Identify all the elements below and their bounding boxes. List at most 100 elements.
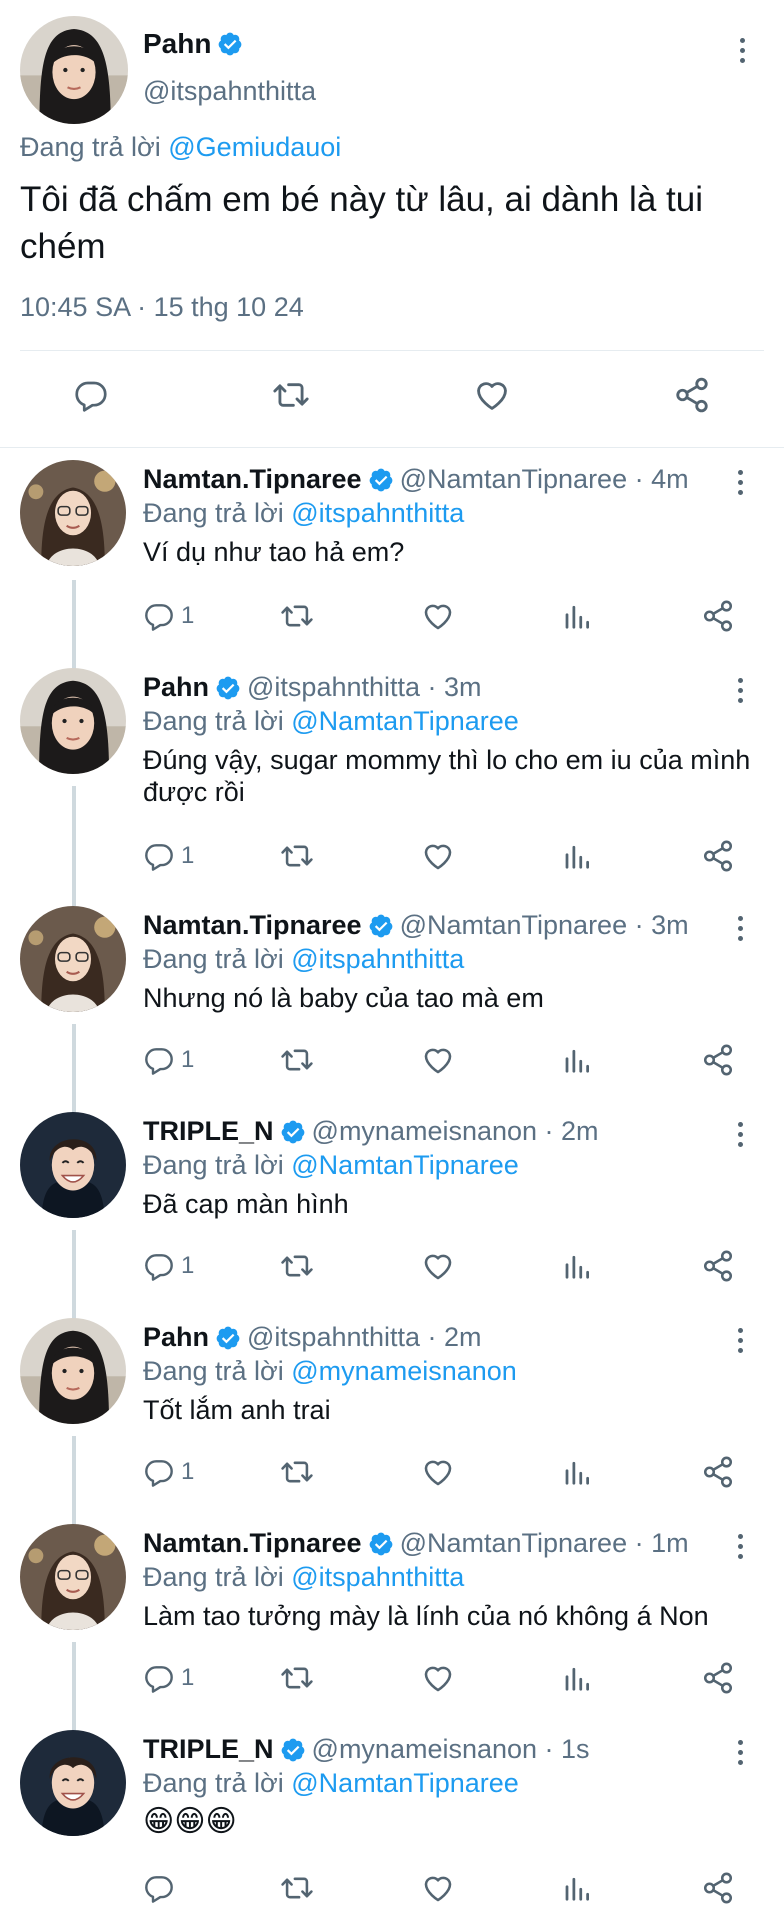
avatar[interactable]: [20, 460, 126, 566]
author-handle-time[interactable]: @mynameisnanon · 2m: [312, 1116, 599, 1147]
replying-to-mention[interactable]: @NamtanTipnaree: [291, 1150, 519, 1180]
analytics-button[interactable]: [562, 1658, 592, 1698]
author-name[interactable]: TRIPLE_N: [143, 1734, 274, 1765]
analytics-button[interactable]: [562, 836, 592, 876]
replying-to-mention[interactable]: @NamtanTipnaree: [291, 706, 519, 736]
share-button[interactable]: [701, 1246, 735, 1286]
reply-tweet[interactable]: Pahn @itspahnthitta · 2m Đang trả lời @m…: [0, 1306, 784, 1512]
replying-to: Đang trả lời @NamtanTipnaree: [143, 706, 519, 737]
more-options-icon[interactable]: [730, 30, 754, 70]
retweet-button[interactable]: [280, 596, 314, 636]
avatar[interactable]: [20, 1318, 126, 1424]
share-button[interactable]: [667, 370, 717, 420]
share-button[interactable]: [701, 1452, 735, 1492]
share-icon: [701, 839, 735, 873]
like-button[interactable]: [421, 1246, 455, 1286]
author-name[interactable]: Namtan.Tipnaree: [143, 1528, 362, 1559]
replying-to-mention[interactable]: @NamtanTipnaree: [291, 1768, 519, 1798]
more-options-icon[interactable]: [728, 1526, 752, 1566]
analytics-button[interactable]: [562, 1246, 592, 1286]
replying-prefix: Đang trả lời: [143, 498, 292, 528]
analytics-button[interactable]: [562, 1040, 592, 1080]
like-icon: [421, 599, 455, 633]
author-name[interactable]: Pahn: [143, 28, 211, 60]
like-button[interactable]: [421, 836, 455, 876]
avatar[interactable]: [20, 906, 126, 1012]
retweet-button[interactable]: [280, 1658, 314, 1698]
analytics-button[interactable]: [562, 1868, 592, 1908]
more-options-icon[interactable]: [728, 670, 752, 710]
retweet-button[interactable]: [280, 1868, 314, 1908]
reply-button[interactable]: 1: [143, 1452, 194, 1492]
author-handle-time[interactable]: @mynameisnanon · 1s: [312, 1734, 590, 1765]
like-button[interactable]: [421, 1658, 455, 1698]
author-handle[interactable]: @itspahnthitta: [143, 76, 316, 107]
share-button[interactable]: [701, 836, 735, 876]
reply-tweet[interactable]: Namtan.Tipnaree @NamtanTipnaree · 4m Đan…: [0, 448, 784, 662]
main-tweet[interactable]: Pahn @itspahnthitta Đang trả lời @Gemiud…: [0, 0, 784, 448]
more-options-icon[interactable]: [728, 1732, 752, 1772]
replying-prefix: Đang trả lời: [143, 1562, 292, 1592]
retweet-button[interactable]: [266, 370, 316, 420]
more-options-icon[interactable]: [728, 462, 752, 502]
like-button[interactable]: [467, 370, 517, 420]
replying-prefix: Đang trả lời: [143, 944, 292, 974]
author-handle-time[interactable]: @itspahnthitta · 2m: [247, 1322, 482, 1353]
like-button[interactable]: [421, 1868, 455, 1908]
reply-button[interactable]: 1: [143, 1658, 194, 1698]
retweet-button[interactable]: [280, 1040, 314, 1080]
avatar[interactable]: [20, 16, 128, 124]
tweet-timestamp[interactable]: 10:45 SA · 15 thg 10 24: [20, 292, 304, 323]
analytics-icon: [562, 841, 592, 871]
share-button[interactable]: [701, 1658, 735, 1698]
author-handle-time[interactable]: @NamtanTipnaree · 3m: [400, 910, 689, 941]
author-name-row[interactable]: Pahn: [143, 28, 243, 60]
author-name[interactable]: Namtan.Tipnaree: [143, 910, 362, 941]
reply-button[interactable]: 1: [143, 596, 194, 636]
reply-button[interactable]: [143, 1868, 175, 1908]
reply-tweet[interactable]: TRIPLE_N @mynameisnanon · 2m Đang trả lờ…: [0, 1100, 784, 1306]
retweet-icon: [280, 839, 314, 873]
replying-to-mention[interactable]: @Gemiudauoi: [168, 132, 341, 162]
analytics-button[interactable]: [562, 1452, 592, 1492]
retweet-button[interactable]: [280, 1246, 314, 1286]
reply-button[interactable]: 1: [143, 1246, 194, 1286]
author-name[interactable]: TRIPLE_N: [143, 1116, 274, 1147]
share-button[interactable]: [701, 1040, 735, 1080]
retweet-button[interactable]: [280, 836, 314, 876]
reply-button[interactable]: 1: [143, 836, 194, 876]
author-name[interactable]: Namtan.Tipnaree: [143, 464, 362, 495]
replying-to-mention[interactable]: @itspahnthitta: [291, 944, 464, 974]
like-button[interactable]: [421, 1452, 455, 1492]
reply-button[interactable]: [66, 370, 116, 420]
share-button[interactable]: [701, 596, 735, 636]
author-handle-time[interactable]: @NamtanTipnaree · 4m: [400, 464, 689, 495]
share-button[interactable]: [701, 1868, 735, 1908]
replying-to-mention[interactable]: @itspahnthitta: [291, 498, 464, 528]
reply-button[interactable]: 1: [143, 1040, 194, 1080]
author-handle-time[interactable]: @NamtanTipnaree · 1m: [400, 1528, 689, 1559]
more-options-icon[interactable]: [728, 1114, 752, 1154]
like-icon: [473, 376, 511, 414]
author-name[interactable]: Pahn: [143, 1322, 209, 1353]
reply-tweet[interactable]: Namtan.Tipnaree @NamtanTipnaree · 1m Đan…: [0, 1512, 784, 1718]
like-button[interactable]: [421, 1040, 455, 1080]
avatar[interactable]: [20, 1730, 126, 1836]
retweet-button[interactable]: [280, 1452, 314, 1492]
reply-tweet[interactable]: TRIPLE_N @mynameisnanon · 1s Đang trả lờ…: [0, 1718, 784, 1920]
author-name[interactable]: Pahn: [143, 672, 209, 703]
reply-tweet[interactable]: Pahn @itspahnthitta · 3m Đang trả lời @N…: [0, 656, 784, 894]
verified-badge-icon: [215, 1325, 241, 1351]
replying-to-mention[interactable]: @mynameisnanon: [291, 1356, 517, 1386]
avatar[interactable]: [20, 1524, 126, 1630]
more-options-icon[interactable]: [728, 1320, 752, 1360]
avatar[interactable]: [20, 668, 126, 774]
avatar[interactable]: [20, 1112, 126, 1218]
replying-to-mention[interactable]: @itspahnthitta: [291, 1562, 464, 1592]
analytics-button[interactable]: [562, 596, 592, 636]
reply-tweet[interactable]: Namtan.Tipnaree @NamtanTipnaree · 3m Đan…: [0, 894, 784, 1100]
more-options-icon[interactable]: [728, 908, 752, 948]
like-button[interactable]: [421, 596, 455, 636]
author-handle-time[interactable]: @itspahnthitta · 3m: [247, 672, 482, 703]
replying-to: Đang trả lời @itspahnthitta: [143, 498, 464, 529]
